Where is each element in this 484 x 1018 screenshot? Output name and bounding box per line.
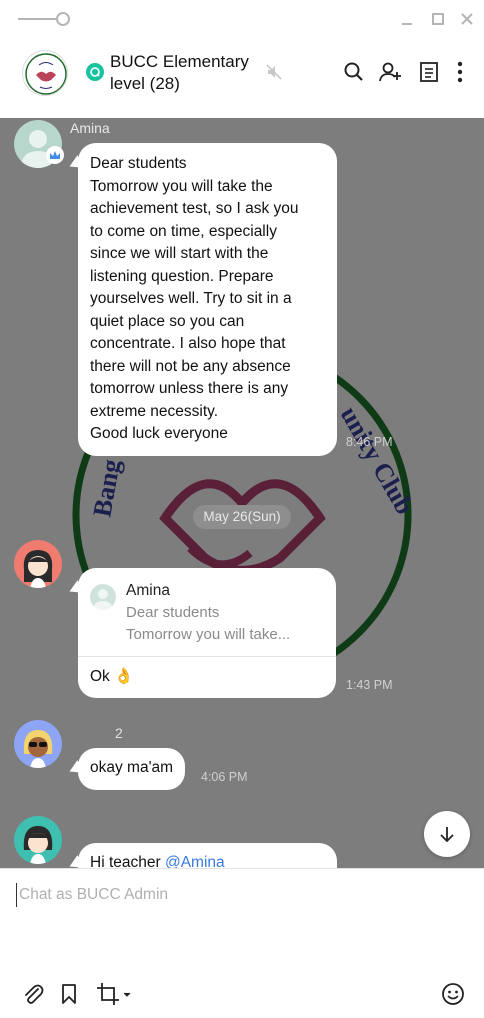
unread-count: 2 (115, 725, 123, 741)
avatar[interactable] (14, 816, 62, 864)
message-line: Tomorrow you will take the (90, 177, 273, 195)
message-bubble[interactable]: Hi teacher @Amina (78, 843, 337, 868)
crop-icon[interactable] (94, 981, 134, 1007)
message-line: concentrate. I also hope that (90, 335, 286, 352)
svg-text:Bang: Bang (87, 457, 126, 519)
quoted-avatar (90, 584, 116, 610)
ok-hand-emoji: 👌 (114, 668, 134, 685)
pin-toggle-icon[interactable] (18, 11, 72, 27)
quoted-author: Amina (126, 582, 170, 599)
notes-icon[interactable] (417, 60, 441, 84)
message-line: Good luck everyone (90, 425, 228, 442)
message-text: Hi teacher (90, 854, 165, 868)
add-user-icon[interactable] (378, 60, 402, 84)
scroll-to-bottom-button[interactable] (424, 811, 470, 857)
message-bubble[interactable]: okay ma'am (78, 748, 186, 790)
message-composer (0, 868, 484, 1018)
avatar[interactable] (14, 720, 62, 768)
message-line: extreme necessity. (90, 402, 219, 420)
quoted-line: Tomorrow you will take... (126, 626, 291, 643)
arrow-down-icon (440, 827, 454, 843)
close-icon[interactable] (456, 8, 478, 30)
message-line: quiet place so you can (90, 312, 245, 330)
search-icon[interactable] (342, 60, 366, 84)
message-time: 1:43 PM (346, 678, 393, 692)
message-line: since we will start with the (90, 245, 269, 262)
sender-name: Amina (70, 120, 110, 136)
mention-link[interactable]: @Amina (165, 854, 225, 868)
date-divider: May 26(Sun) (193, 505, 291, 529)
message-time: 4:06 PM (201, 770, 248, 784)
more-icon[interactable] (448, 60, 472, 84)
message-line: to come on time, especially (90, 222, 277, 240)
message-line: achievement test, so I ask you (90, 200, 299, 217)
attach-icon[interactable] (20, 981, 46, 1007)
message-bubble[interactable]: Dear students Tomorrow you will take the… (78, 143, 337, 456)
quoted-message[interactable]: Amina Dear students Tomorrow you will ta… (78, 568, 336, 657)
group-title: BUCC Elementary level (28) (110, 51, 270, 95)
chat-messages-area[interactable]: Bang unity Club Amina Dear students Tomo… (0, 118, 484, 868)
admin-crown-icon (46, 146, 64, 164)
group-chat-icon (86, 63, 104, 81)
message-line: Dear students (90, 155, 187, 172)
message-line: yourselves well. Try to sit in a (90, 290, 292, 307)
message-line: listening question. Prepare (90, 267, 274, 285)
reply-message-bubble[interactable]: Amina Dear students Tomorrow you will ta… (78, 568, 336, 698)
minimize-icon[interactable] (396, 8, 418, 30)
bookmark-icon[interactable] (56, 981, 82, 1007)
window-titlebar (0, 0, 484, 38)
group-avatar[interactable] (22, 50, 68, 96)
message-line: tomorrow unless there is any (90, 380, 289, 397)
group-name-line2: level (28) (110, 74, 180, 93)
message-time: 8:46 PM (346, 435, 393, 449)
chat-input[interactable] (16, 883, 466, 907)
group-name-line1: BUCC Elementary (110, 52, 249, 71)
emoji-icon[interactable] (440, 981, 466, 1007)
quoted-line: Dear students (126, 604, 220, 621)
mute-icon (264, 62, 284, 87)
maximize-icon[interactable] (427, 8, 449, 30)
message-text: okay ma'am (90, 759, 174, 776)
message-line: there will not be any absence (90, 357, 291, 375)
reply-text: Ok (90, 668, 110, 685)
avatar[interactable] (14, 540, 62, 588)
chat-header: BUCC Elementary level (28) (0, 38, 484, 118)
